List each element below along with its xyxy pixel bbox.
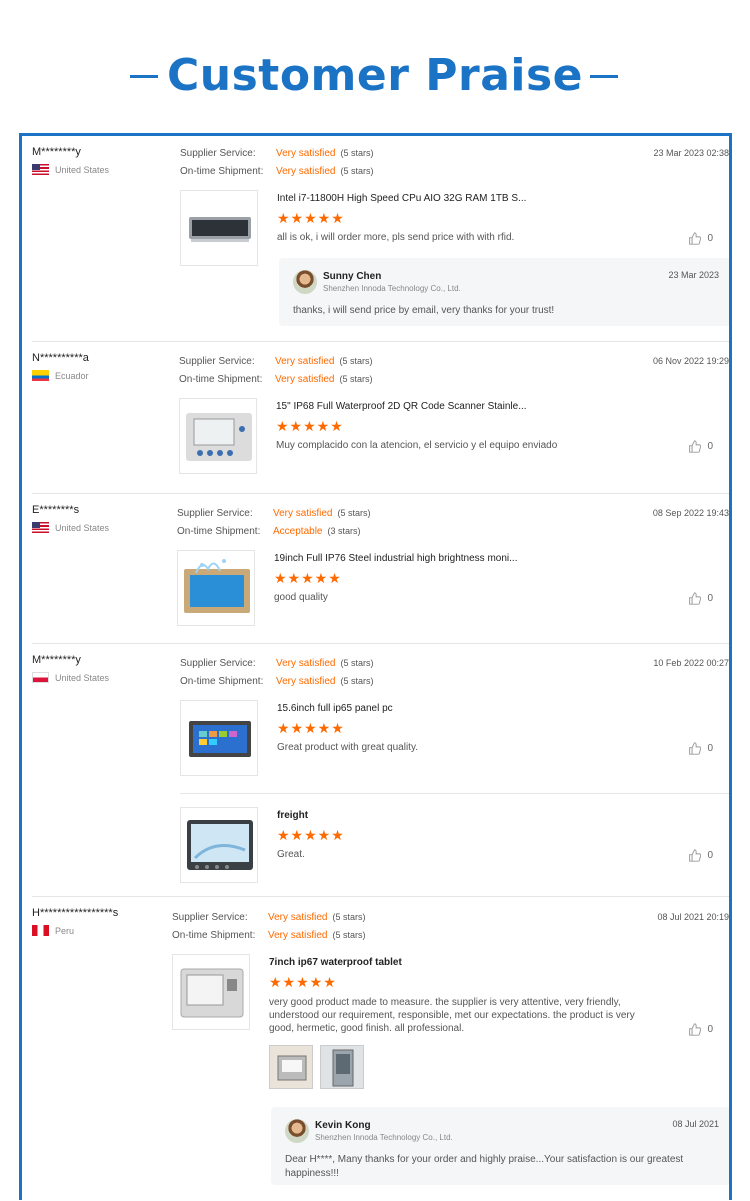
buyer-name: M********y [32,146,81,158]
product-image[interactable] [180,190,258,266]
like-button[interactable]: 0 [688,232,713,245]
supplier-service-rating: Supplier Service: Very satisfied (5 stars) [180,148,374,159]
review-date: 08 Sep 2022 19:43 [652,508,729,518]
product-stars: ★★★★★ [277,827,345,843]
review-photo[interactable] [320,1045,364,1089]
us-flag-icon [32,164,49,175]
review-card: M********y United States Supplier Servic… [32,644,729,897]
thumbs-up-icon [689,440,702,453]
buyer-country: Peru [32,925,74,936]
shipment-rating: On-time Shipment: Very satisfied (5 stars) [180,166,374,177]
ecuador-flag-icon [32,370,49,381]
shipment-rating: On-time Shipment: Acceptable (3 stars) [177,526,361,537]
review-card: H*****************s Peru Supplier Servic… [32,897,729,1200]
product-title-link[interactable]: Intel i7-11800H High Speed CPu AIO 32G R… [277,193,526,204]
product-title-link[interactable]: 15.6inch full ip65 panel pc [277,703,393,714]
reply-name: Sunny Chen [323,271,382,282]
reply-date: 23 Mar 2023 [668,270,719,280]
page-header: Customer Praise [0,0,750,130]
product-stars: ★★★★★ [274,570,342,586]
us-flag-icon [32,522,49,533]
buyer-country: United States [32,164,109,175]
review-comment: very good product made to measure. the s… [269,997,635,1034]
like-button[interactable]: 0 [688,440,713,453]
like-button[interactable]: 0 [688,592,713,605]
review-date: 06 Nov 2022 19:29 [652,356,729,366]
poland-flag-icon [32,672,49,683]
product-stars: ★★★★★ [276,418,344,434]
product-title-link[interactable]: 19inch Full IP76 Steel industrial high b… [274,553,517,564]
shipment-rating: On-time Shipment: Very satisfied (5 stars) [179,374,373,385]
peru-flag-icon [32,925,49,936]
product-title-link[interactable]: freight [277,810,308,821]
supplier-service-rating: Supplier Service: Very satisfied (5 stars) [180,658,374,669]
product-image[interactable] [177,550,255,626]
shipment-rating: On-time Shipment: Very satisfied (5 stars) [172,930,366,941]
review-comment: all is ok, i will order more, pls send p… [277,232,515,243]
product-image[interactable] [180,807,258,883]
review-comment: good quality [274,592,328,603]
page-title: Customer Praise [166,50,584,101]
thumbs-up-icon [689,849,702,862]
supplier-reply: Sunny Chen Shenzhen Innoda Technology Co… [279,258,729,326]
thumbs-up-icon [689,1023,702,1036]
reviews-panel: M********y United States Supplier Servic… [19,133,732,1200]
product-title-link[interactable]: 15" IP68 Full Waterproof 2D QR Code Scan… [276,401,527,412]
buyer-country: United States [32,672,109,683]
reply-text: Dear H****, Many thanks for your order a… [285,1154,684,1179]
reply-date: 08 Jul 2021 [672,1119,719,1129]
like-button[interactable]: 0 [688,1023,713,1036]
supplier-reply: Kevin Kong Shenzhen Innoda Technology Co… [271,1107,729,1185]
supplier-service-rating: Supplier Service: Very satisfied (5 stars) [179,356,373,367]
product-stars: ★★★★★ [277,720,345,736]
review-card: E********s United States Supplier Servic… [32,494,729,644]
buyer-name: M********y [32,654,81,666]
like-button[interactable]: 0 [688,742,713,755]
product-stars: ★★★★★ [277,210,345,226]
thumbs-up-icon [689,742,702,755]
reply-text: thanks, i will send price by email, very… [293,305,555,316]
thumbs-up-icon [689,232,702,245]
product-image[interactable] [172,954,250,1030]
review-comment: Great. [277,849,305,860]
supplier-service-rating: Supplier Service: Very satisfied (5 stars) [177,508,371,519]
reply-name: Kevin Kong [315,1120,371,1131]
review-photo[interactable] [269,1045,313,1089]
review-comment: Muy complacido con la atencion, el servi… [276,440,558,451]
buyer-name: E********s [32,504,80,516]
product-image[interactable] [180,700,258,776]
product-title-link[interactable]: 7inch ip67 waterproof tablet [269,957,402,968]
product-stars: ★★★★★ [269,974,337,990]
review-card: N**********a Ecuador Supplier Service: Ve… [32,342,729,494]
like-button[interactable]: 0 [688,849,713,862]
thumbs-up-icon [689,592,702,605]
reply-company: Shenzhen Innoda Technology Co., Ltd. [323,284,461,293]
avatar [285,1119,309,1143]
buyer-name: H*****************s [32,907,119,919]
buyer-name: N**********a [32,352,89,364]
review-date: 23 Mar 2023 02:38 [653,148,729,158]
review-date: 08 Jul 2021 20:19 [657,912,729,922]
review-card: M********y United States Supplier Servic… [32,136,729,342]
item-divider [180,793,729,794]
buyer-country: United States [32,522,109,533]
review-comment: Great product with great quality. [277,742,418,753]
shipment-rating: On-time Shipment: Very satisfied (5 stars) [180,676,374,687]
avatar [293,270,317,294]
product-image[interactable] [179,398,257,474]
buyer-country: Ecuador [32,370,89,381]
review-date: 10 Feb 2022 00:27 [653,658,729,668]
title-dash-right [590,75,618,78]
reply-company: Shenzhen Innoda Technology Co., Ltd. [315,1133,453,1142]
supplier-service-rating: Supplier Service: Very satisfied (5 stars) [172,912,366,923]
